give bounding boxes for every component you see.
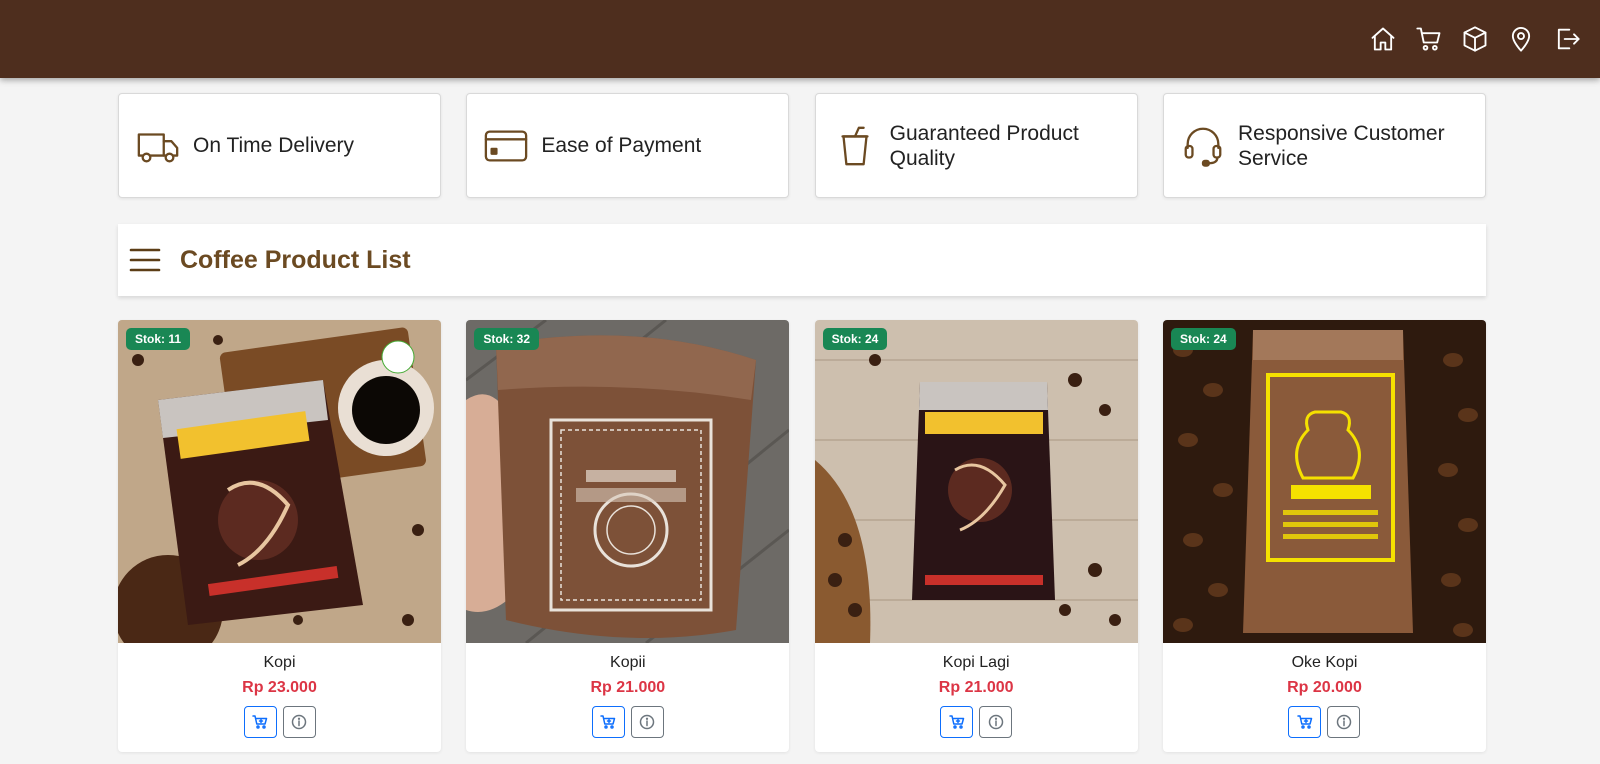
stock-badge: Stok: 24 bbox=[1170, 328, 1236, 350]
product-name: Kopi Lagi bbox=[942, 654, 1010, 671]
product-name: Kopii bbox=[610, 654, 646, 671]
cart-icon[interactable] bbox=[1414, 24, 1444, 54]
cup-icon bbox=[832, 123, 878, 169]
info-icon bbox=[1336, 714, 1352, 730]
cart-plus-icon bbox=[252, 715, 268, 729]
product-image[interactable]: Stok: 32 bbox=[466, 320, 790, 643]
feature-label: On Time Delivery bbox=[193, 134, 355, 157]
logout-icon[interactable] bbox=[1552, 24, 1582, 54]
box-icon[interactable] bbox=[1460, 24, 1490, 54]
feature-cards: On Time Delivery Ease of Payment Guarant… bbox=[118, 93, 1486, 198]
cart-plus-icon bbox=[600, 715, 616, 729]
product-info-button[interactable] bbox=[282, 706, 316, 738]
add-to-cart-button[interactable] bbox=[591, 706, 625, 738]
feature-card-service: Responsive Customer Service bbox=[1162, 93, 1486, 198]
credit-card-icon bbox=[483, 123, 529, 169]
hamburger-menu-icon[interactable] bbox=[128, 243, 162, 277]
product-list-header: Coffee Product List bbox=[118, 224, 1486, 296]
product-actions bbox=[118, 706, 441, 738]
cart-plus-icon bbox=[948, 715, 964, 729]
feature-label: Ease of Payment bbox=[541, 134, 702, 157]
product-actions bbox=[466, 706, 789, 738]
product-image[interactable]: Stok: 11 bbox=[118, 320, 441, 643]
product-image[interactable]: Stok: 24 bbox=[814, 320, 1138, 643]
product-name: Oke Kopi bbox=[1291, 654, 1358, 671]
feature-label: Responsive Customer Service bbox=[1237, 121, 1445, 170]
product-name: Kopi bbox=[263, 654, 296, 671]
product-info-button[interactable] bbox=[979, 706, 1013, 738]
home-icon[interactable] bbox=[1368, 24, 1398, 54]
product-info-button[interactable] bbox=[630, 706, 664, 738]
cart-plus-icon bbox=[1297, 715, 1313, 729]
feature-card-quality: Guaranteed Product Quality bbox=[814, 93, 1138, 198]
product-card: Stok: 24 Kopi Lagi Rp 21.000 bbox=[814, 320, 1138, 752]
info-icon bbox=[291, 714, 307, 730]
feature-label: Guaranteed Product Quality bbox=[889, 121, 1079, 170]
stock-badge: Stok: 32 bbox=[474, 328, 540, 350]
location-icon[interactable] bbox=[1506, 24, 1536, 54]
truck-icon bbox=[135, 123, 181, 169]
headset-icon bbox=[1180, 123, 1226, 169]
product-card: Stok: 24 Oke Kopi Rp 20.000 bbox=[1162, 320, 1486, 752]
product-price: Rp 23.000 bbox=[242, 679, 317, 696]
info-icon bbox=[640, 714, 655, 730]
stock-badge: Stok: 11 bbox=[126, 328, 191, 350]
product-card: Stok: 32 Kopii Rp 21.000 bbox=[466, 320, 790, 752]
add-to-cart-button[interactable] bbox=[243, 706, 277, 738]
add-to-cart-button[interactable] bbox=[1288, 706, 1322, 738]
product-image[interactable]: Stok: 24 bbox=[1162, 320, 1486, 643]
info-icon bbox=[988, 714, 1003, 730]
product-price: Rp 21.000 bbox=[938, 679, 1014, 696]
page-title: Coffee Product List bbox=[180, 245, 411, 274]
stock-badge: Stok: 24 bbox=[822, 328, 888, 350]
feature-card-payment: Ease of Payment bbox=[466, 93, 790, 198]
add-to-cart-button[interactable] bbox=[940, 706, 974, 738]
product-info-button[interactable] bbox=[1327, 706, 1361, 738]
product-card: Stok: 11 Kopi Rp 23.000 bbox=[118, 320, 441, 752]
product-price: Rp 20.000 bbox=[1287, 679, 1362, 696]
feature-card-delivery: On Time Delivery bbox=[118, 93, 441, 198]
product-actions bbox=[1163, 706, 1486, 738]
product-grid: Stok: 11 Kopi Rp 23.000 Stok: 32 Kopii R… bbox=[118, 320, 1486, 752]
product-price: Rp 21.000 bbox=[590, 679, 666, 696]
top-navbar bbox=[0, 0, 1600, 78]
product-actions bbox=[815, 706, 1138, 738]
